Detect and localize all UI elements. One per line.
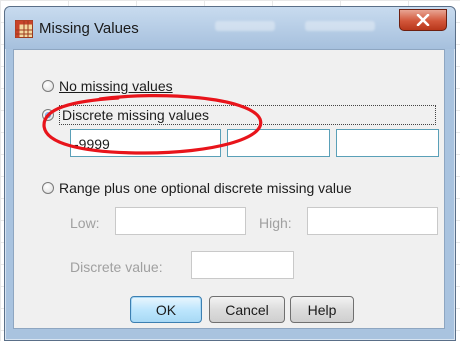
ok-button[interactable]: OK	[130, 296, 202, 323]
spss-grid-icon	[15, 20, 33, 38]
discrete-value-field-1[interactable]: -9999	[70, 129, 221, 157]
window-title: Missing Values	[39, 20, 139, 37]
radio-no-missing-values[interactable]: No missing values	[42, 78, 173, 94]
discrete-value-label: Discrete value:	[70, 259, 163, 275]
radio-button[interactable]	[42, 80, 54, 92]
discrete-value-field-3[interactable]	[336, 129, 439, 157]
low-field[interactable]	[115, 207, 246, 235]
radio-discrete-missing-values[interactable]: Discrete missing values	[42, 105, 436, 125]
background-blur	[215, 21, 275, 31]
help-button[interactable]: Help	[290, 296, 354, 323]
cancel-button[interactable]: Cancel	[209, 296, 285, 323]
high-field[interactable]	[307, 207, 438, 235]
title-bar[interactable]: Missing Values	[5, 7, 455, 49]
radio-label-no-missing: No missing values	[59, 78, 173, 94]
high-label: High:	[259, 215, 292, 231]
close-button[interactable]	[399, 9, 447, 31]
close-icon	[416, 14, 430, 26]
radio-button[interactable]	[42, 182, 54, 194]
radio-range-plus-discrete[interactable]: Range plus one optional discrete missing…	[42, 180, 352, 196]
discrete-value-field-2[interactable]	[227, 129, 330, 157]
radio-label-range: Range plus one optional discrete missing…	[59, 180, 352, 196]
background-blur	[305, 21, 375, 31]
range-discrete-value-field[interactable]	[191, 251, 294, 279]
dialog-body: No missing values Discrete missing value…	[13, 49, 445, 329]
missing-values-dialog: Missing Values No missing values Discret…	[4, 6, 456, 341]
screenshot: Missing Values No missing values Discret…	[0, 0, 460, 341]
low-label: Low:	[70, 215, 100, 231]
radio-button-checked[interactable]	[42, 109, 54, 121]
radio-label-discrete: Discrete missing values	[59, 105, 436, 125]
